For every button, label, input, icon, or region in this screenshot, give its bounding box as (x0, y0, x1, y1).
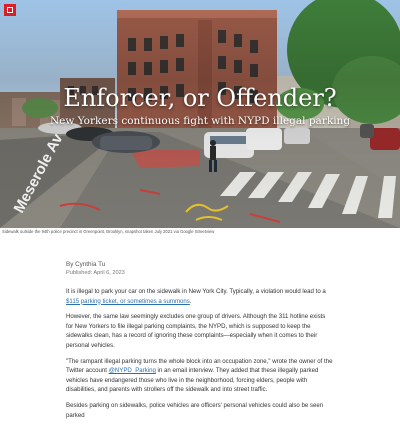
paragraph-2: However, the same law seemingly excludes… (66, 313, 326, 349)
image-caption: Sidewalk outside the 94th police precinc… (2, 229, 215, 234)
paragraph-4: Besides parking on sidewalks, police veh… (66, 401, 324, 419)
article-subtitle: New Yorkers continuous fight with NYPD i… (49, 115, 351, 127)
paragraph-1: It is illegal to park your car on the si… (66, 287, 334, 306)
paragraph-3: "The rampant illegal parking turns the w… (66, 357, 334, 395)
article-title: Enforcer, or Offender? (63, 84, 337, 112)
paragraph-text: It is illegal to park your car on the si… (66, 288, 326, 295)
author-byline: By Cynthia Tu (66, 261, 106, 268)
site-logo[interactable] (4, 4, 16, 16)
paragraph-text: . (189, 297, 192, 305)
parking-ticket-link[interactable]: $115 parking ticket, or sometimes a summ… (66, 298, 190, 305)
article-body: By Cynthia Tu Published: April 6, 2023 I… (66, 260, 334, 426)
publish-date: Published: April 6, 2023 (66, 270, 125, 276)
hero-image: Meserole Av Enforcer, or Offender? New Y… (0, 0, 400, 228)
hero-text: Enforcer, or Offender? New Yorkers conti… (0, 84, 400, 128)
twitter-account-link[interactable]: @NYPD_Parking (109, 367, 156, 374)
